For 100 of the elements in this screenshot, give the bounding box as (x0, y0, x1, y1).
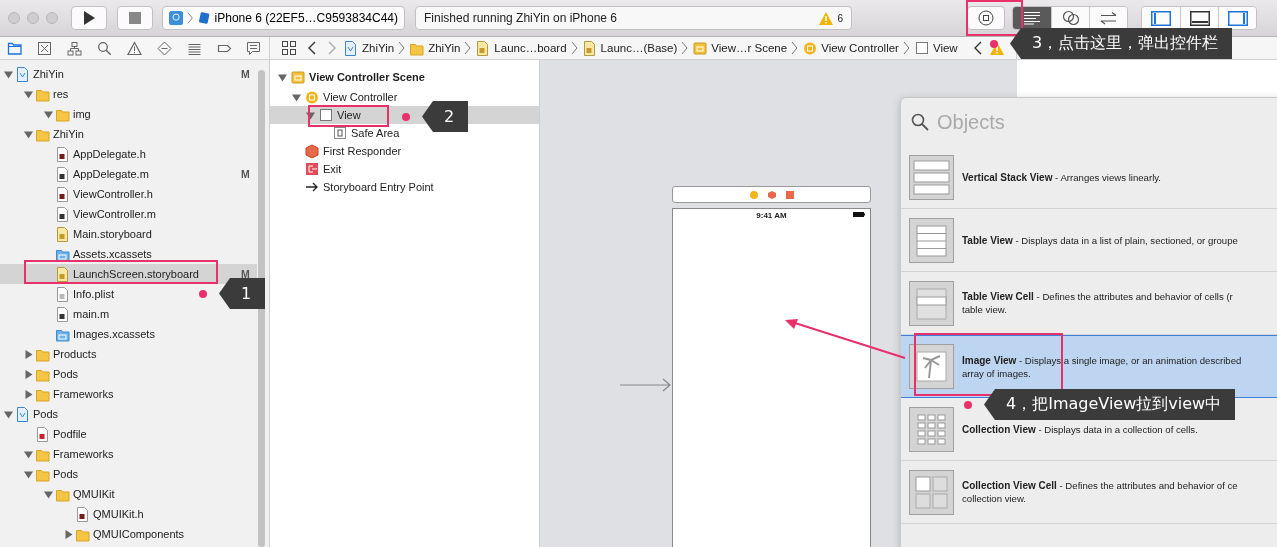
file-row[interactable]: QMUIKit.h (0, 504, 257, 524)
file-name: Pods (33, 408, 59, 420)
outline-label: Safe Area (351, 127, 400, 139)
file-row[interactable]: AppDelegate.m M (0, 164, 257, 184)
breadcrumb-item[interactable]: Launc…(Base) (582, 40, 678, 56)
entry-point-arrow (620, 378, 672, 392)
library-item[interactable]: Collection View Cell - Defines the attributes and behavior of ce collection view. (901, 461, 1277, 524)
disclosure-triangle[interactable] (44, 489, 53, 499)
navigator-tab[interactable] (67, 40, 83, 56)
file-row[interactable]: Images.xcassets (0, 324, 257, 344)
document-icon (56, 146, 70, 162)
file-row[interactable]: ViewController.h (0, 184, 257, 204)
document-icon (56, 266, 70, 282)
file-row[interactable]: res (0, 84, 257, 104)
disclosure-triangle[interactable] (24, 349, 33, 359)
object-description: Image View - Displays a single image, or an animation described array of images. (962, 353, 1242, 380)
document-icon (16, 66, 30, 82)
breadcrumb-item[interactable]: Launc…board (476, 40, 567, 56)
square-in-circle-icon (978, 10, 994, 26)
object-thumbnail-icon (909, 154, 954, 200)
search-icon (911, 113, 929, 131)
breadcrumb-item[interactable]: View…r Scene (693, 40, 788, 56)
folder-icon (7, 40, 23, 56)
file-row[interactable]: QMUIKit (0, 484, 257, 504)
library-item[interactable]: Table View - Displays data in a list of plain, sectioned, or groupe (901, 209, 1277, 272)
file-row[interactable]: ZhiYin M (0, 64, 257, 84)
navigator-tab[interactable] (37, 40, 53, 56)
speech-bubble-icon (246, 40, 262, 56)
phone-icon (198, 11, 211, 25)
file-row[interactable]: Products (0, 344, 257, 364)
file-row[interactable]: Assets.xcassets (0, 244, 257, 264)
disclosure-triangle[interactable] (24, 369, 33, 379)
library-button[interactable] (967, 6, 1005, 30)
file-row[interactable]: img (0, 104, 257, 124)
file-row[interactable]: AppDelegate.h (0, 144, 257, 164)
view-icon (914, 40, 929, 56)
file-row[interactable]: Main.storyboard (0, 224, 257, 244)
file-row[interactable]: Podfile (0, 424, 257, 444)
editor-mode-button[interactable] (1013, 7, 1051, 29)
navigator-tab[interactable] (156, 40, 172, 56)
file-row[interactable]: Pods (0, 404, 257, 424)
file-row[interactable]: Pods (0, 464, 257, 484)
file-name: AppDelegate.h (73, 148, 146, 160)
library-item[interactable]: Vertical Stack View - Arranges views linearly. (901, 146, 1277, 209)
outline-label: View Controller (323, 91, 398, 103)
breadcrumb-item[interactable]: View Controller (803, 40, 899, 56)
scheme-selector[interactable]: iPhone 6 (22EF5…C9593834C44) (162, 6, 405, 30)
file-name: Podfile (53, 428, 87, 440)
disclosure-triangle[interactable] (44, 109, 53, 119)
file-row[interactable]: QMUIComponents (0, 524, 257, 544)
disclosure-triangle[interactable] (24, 89, 33, 99)
disclosure-triangle[interactable] (24, 469, 33, 479)
disclosure-triangle[interactable] (24, 129, 33, 139)
panel-toggle[interactable] (1142, 7, 1180, 29)
disclosure-triangle[interactable] (278, 72, 287, 82)
editor-mode-button[interactable] (1051, 7, 1089, 29)
navigator-tab[interactable] (97, 40, 113, 56)
outline-row[interactable]: Exit (270, 160, 539, 178)
disclosure-triangle[interactable] (64, 529, 73, 539)
outline-row[interactable]: Storyboard Entry Point (270, 178, 539, 196)
disclosure-triangle[interactable] (292, 92, 301, 102)
object-thumbnail-icon (909, 344, 954, 389)
file-name: Frameworks (53, 448, 114, 460)
chevron-right-icon (902, 41, 911, 55)
file-row[interactable]: Pods (0, 364, 257, 384)
file-name: QMUIKit (73, 488, 115, 500)
disclosure-triangle[interactable] (24, 449, 33, 459)
outline-row[interactable]: View Controller Scene (270, 66, 539, 88)
file-name: Pods (53, 368, 79, 380)
boxed-cross-icon (37, 40, 53, 56)
scene-icon (291, 69, 305, 85)
panel-toggle[interactable] (1180, 7, 1218, 29)
stop-button[interactable] (117, 6, 153, 30)
object-thumbnail-icon (909, 406, 954, 452)
marker-dot (964, 400, 972, 409)
disclosure-triangle[interactable] (306, 110, 315, 120)
navigator-tab[interactable] (246, 40, 262, 56)
disclosure-triangle[interactable] (4, 409, 13, 419)
editor-mode-button[interactable] (1089, 7, 1127, 29)
marker-dot (402, 112, 410, 121)
file-row[interactable]: Frameworks (0, 444, 257, 464)
callout-tooltip: 2 (422, 101, 469, 132)
disclosure-triangle[interactable] (4, 69, 13, 79)
left-panel-icon (1151, 10, 1171, 26)
navigator-tab[interactable] (7, 40, 23, 56)
file-row[interactable]: ViewController.m (0, 204, 257, 224)
file-row[interactable]: Frameworks (0, 384, 257, 404)
outline-row[interactable]: First Responder (270, 142, 539, 160)
breadcrumb-item[interactable]: ZhiYin (410, 40, 461, 56)
navigator-tab[interactable] (126, 40, 142, 56)
breadcrumb-item[interactable]: View (914, 40, 958, 56)
scrollbar-thumb[interactable] (258, 70, 265, 547)
panel-toggle[interactable] (1218, 7, 1256, 29)
file-row[interactable]: ZhiYin (0, 124, 257, 144)
disclosure-triangle[interactable] (24, 389, 33, 399)
callout-tooltip: 4，把ImageView拉到view中 (984, 389, 1236, 420)
document-icon (56, 226, 70, 242)
run-button[interactable] (71, 6, 107, 30)
search-field[interactable]: Objects (937, 110, 1237, 134)
breadcrumb-item[interactable]: ZhiYin (344, 40, 395, 56)
